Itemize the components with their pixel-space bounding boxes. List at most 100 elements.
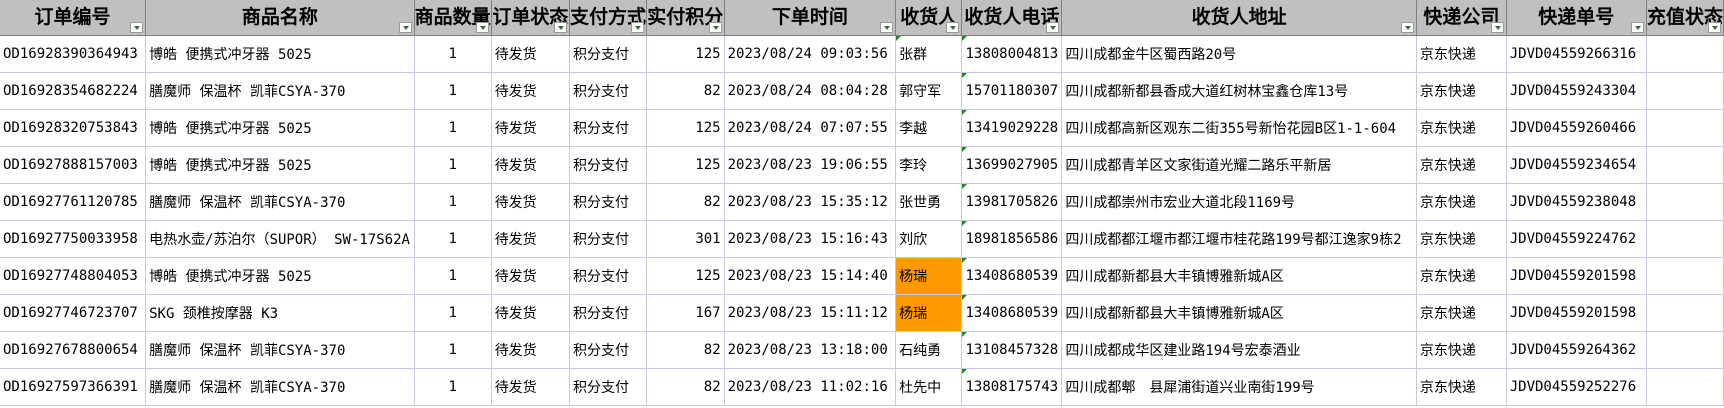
column-header-recharge-status[interactable]: 充值状态 xyxy=(1646,0,1724,36)
cell-recharge-status[interactable] xyxy=(1646,257,1724,295)
cell-order-status[interactable]: 待发货 xyxy=(491,72,570,110)
cell-order-time[interactable]: 2023/08/23 15:16:43 xyxy=(724,220,897,258)
cell-quantity[interactable]: 1 xyxy=(414,257,492,295)
cell-recipient[interactable]: 刘欣 xyxy=(895,220,963,258)
cell-recipient[interactable]: 杨瑞 xyxy=(895,257,963,295)
column-header-order-time[interactable]: 下单时间 xyxy=(724,0,897,36)
cell-product-name[interactable]: 膳魔师 保温杯 凯菲CSYA-370 xyxy=(145,183,415,221)
cell-recipient[interactable]: 李越 xyxy=(895,109,963,147)
filter-dropdown-icon[interactable] xyxy=(553,22,567,33)
cell-recharge-status[interactable] xyxy=(1646,146,1724,184)
cell-payment-method[interactable]: 积分支付 xyxy=(569,109,647,147)
cell-points-paid[interactable]: 125 xyxy=(646,35,725,73)
column-header-recipient-phone[interactable]: 收货人电话 xyxy=(961,0,1063,36)
cell-payment-method[interactable]: 积分支付 xyxy=(569,220,647,258)
cell-quantity[interactable]: 1 xyxy=(414,35,492,73)
cell-recipient-phone[interactable]: 13808175743 xyxy=(961,368,1063,406)
cell-recharge-status[interactable] xyxy=(1646,331,1724,369)
cell-recipient-address[interactable]: 四川成都青羊区文家街道光耀二路乐平新居 xyxy=(1061,146,1417,184)
column-header-quantity[interactable]: 商品数量 xyxy=(414,0,492,36)
filter-dropdown-icon[interactable] xyxy=(946,22,960,33)
cell-quantity[interactable]: 1 xyxy=(414,109,492,147)
cell-courier[interactable]: 京东快递 xyxy=(1416,220,1507,258)
cell-order-status[interactable]: 待发货 xyxy=(491,368,570,406)
table-row[interactable]: OD16927888157003 博皓 便携式冲牙器 5025 1 待发货 积分支付 12… xyxy=(0,146,1724,184)
cell-points-paid[interactable]: 125 xyxy=(646,146,725,184)
cell-recipient-address[interactable]: 四川成都郫 县犀浦街道兴业南街199号 xyxy=(1061,368,1417,406)
cell-payment-method[interactable]: 积分支付 xyxy=(569,331,647,369)
cell-payment-method[interactable]: 积分支付 xyxy=(569,183,647,221)
cell-product-name[interactable]: 博皓 便携式冲牙器 5025 xyxy=(145,257,415,295)
cell-tracking-number[interactable]: JDVD04559201598 xyxy=(1506,257,1647,295)
cell-product-name[interactable]: 膳魔师 保温杯 凯菲CSYA-370 xyxy=(145,368,415,406)
cell-points-paid[interactable]: 301 xyxy=(646,220,725,258)
cell-recharge-status[interactable] xyxy=(1646,72,1724,110)
cell-tracking-number[interactable]: JDVD04559252276 xyxy=(1506,368,1647,406)
cell-recipient-phone[interactable]: 13808004813 xyxy=(961,35,1063,73)
cell-recharge-status[interactable] xyxy=(1646,294,1724,332)
cell-points-paid[interactable]: 82 xyxy=(646,183,725,221)
cell-order-time[interactable]: 2023/08/24 07:07:55 xyxy=(724,109,897,147)
cell-product-name[interactable]: 博皓 便携式冲牙器 5025 xyxy=(145,109,415,147)
cell-recipient[interactable]: 郭守军 xyxy=(895,72,963,110)
column-header-recipient-address[interactable]: 收货人地址 xyxy=(1061,0,1417,36)
cell-recipient-phone[interactable]: 13981705826 xyxy=(961,183,1063,221)
cell-order-status[interactable]: 待发货 xyxy=(491,109,570,147)
cell-product-name[interactable]: 博皓 便携式冲牙器 5025 xyxy=(145,35,415,73)
cell-order-time[interactable]: 2023/08/24 08:04:28 xyxy=(724,72,897,110)
cell-recipient-phone[interactable]: 15701180307 xyxy=(961,72,1063,110)
cell-courier[interactable]: 京东快递 xyxy=(1416,183,1507,221)
cell-recipient-address[interactable]: 四川成都新都县大丰镇博雅新城A区 xyxy=(1061,257,1417,295)
cell-order-time[interactable]: 2023/08/23 15:14:40 xyxy=(724,257,897,295)
cell-order-time[interactable]: 2023/08/24 09:03:56 xyxy=(724,35,897,73)
cell-order-id[interactable]: OD16927746723707 xyxy=(0,294,147,332)
cell-tracking-number[interactable]: JDVD04559201598 xyxy=(1506,294,1647,332)
column-header-order-id[interactable]: 订单编号 xyxy=(0,0,147,36)
cell-recipient[interactable]: 张世勇 xyxy=(895,183,963,221)
table-row[interactable]: OD16928320753843 博皓 便携式冲牙器 5025 1 待发货 积分支付 12… xyxy=(0,109,1724,147)
cell-quantity[interactable]: 1 xyxy=(414,183,492,221)
cell-recipient-address[interactable]: 四川成都都江堰市都江堰市桂花路199号都江逸家9栋2 xyxy=(1061,220,1417,258)
cell-recipient-address[interactable]: 四川成都成华区建业路194号宏泰酒业 xyxy=(1061,331,1417,369)
cell-points-paid[interactable]: 167 xyxy=(646,294,725,332)
cell-courier[interactable]: 京东快递 xyxy=(1416,257,1507,295)
cell-recipient[interactable]: 石纯勇 xyxy=(895,331,963,369)
cell-courier[interactable]: 京东快递 xyxy=(1416,368,1507,406)
filter-dropdown-icon[interactable] xyxy=(1490,22,1504,33)
cell-recipient[interactable]: 李玲 xyxy=(895,146,963,184)
cell-order-id[interactable]: OD16927888157003 xyxy=(0,146,147,184)
table-row[interactable]: OD16927750033958 电热水壶/苏泊尔（SUPOR） SW-17S62… xyxy=(0,220,1724,258)
cell-tracking-number[interactable]: JDVD04559264362 xyxy=(1506,331,1647,369)
cell-order-id[interactable]: OD16928390364943 xyxy=(0,35,147,73)
cell-recipient-phone[interactable]: 13108457328 xyxy=(961,331,1063,369)
cell-points-paid[interactable]: 125 xyxy=(646,257,725,295)
cell-product-name[interactable]: 电热水壶/苏泊尔（SUPOR） SW-17S62A xyxy=(145,220,415,258)
cell-payment-method[interactable]: 积分支付 xyxy=(569,368,647,406)
cell-order-status[interactable]: 待发货 xyxy=(491,294,570,332)
table-row[interactable]: OD16927678800654 膳魔师 保温杯 凯菲CSYA-370 1 待发货 积分… xyxy=(0,331,1724,369)
cell-quantity[interactable]: 1 xyxy=(414,294,492,332)
cell-quantity[interactable]: 1 xyxy=(414,72,492,110)
table-row[interactable]: OD16927748804053 博皓 便携式冲牙器 5025 1 待发货 积分支付 12… xyxy=(0,257,1724,295)
cell-recipient-address[interactable]: 四川成都金牛区蜀西路20号 xyxy=(1061,35,1417,73)
cell-courier[interactable]: 京东快递 xyxy=(1416,294,1507,332)
cell-order-id[interactable]: OD16927597366391 xyxy=(0,368,147,406)
cell-product-name[interactable]: 博皓 便携式冲牙器 5025 xyxy=(145,146,415,184)
cell-order-status[interactable]: 待发货 xyxy=(491,35,570,73)
cell-product-name[interactable]: 膳魔师 保温杯 凯菲CSYA-370 xyxy=(145,72,415,110)
cell-order-status[interactable]: 待发货 xyxy=(491,146,570,184)
table-row[interactable]: OD16927597366391 膳魔师 保温杯 凯菲CSYA-370 1 待发货 积分… xyxy=(0,368,1724,406)
cell-recipient-address[interactable]: 四川成都崇州市宏业大道北段1169号 xyxy=(1061,183,1417,221)
cell-payment-method[interactable]: 积分支付 xyxy=(569,294,647,332)
column-header-product-name[interactable]: 商品名称 xyxy=(145,0,415,36)
filter-dropdown-icon[interactable] xyxy=(130,22,144,33)
column-header-order-status[interactable]: 订单状态 xyxy=(491,0,570,36)
cell-payment-method[interactable]: 积分支付 xyxy=(569,146,647,184)
table-row[interactable]: OD16928354682224 膳魔师 保温杯 凯菲CSYA-370 1 待发货 积分… xyxy=(0,72,1724,110)
filter-dropdown-icon[interactable] xyxy=(880,22,894,33)
cell-tracking-number[interactable]: JDVD04559266316 xyxy=(1506,35,1647,73)
cell-order-status[interactable]: 待发货 xyxy=(491,220,570,258)
cell-payment-method[interactable]: 积分支付 xyxy=(569,72,647,110)
filter-dropdown-icon[interactable] xyxy=(1400,22,1414,33)
cell-recharge-status[interactable] xyxy=(1646,35,1724,73)
